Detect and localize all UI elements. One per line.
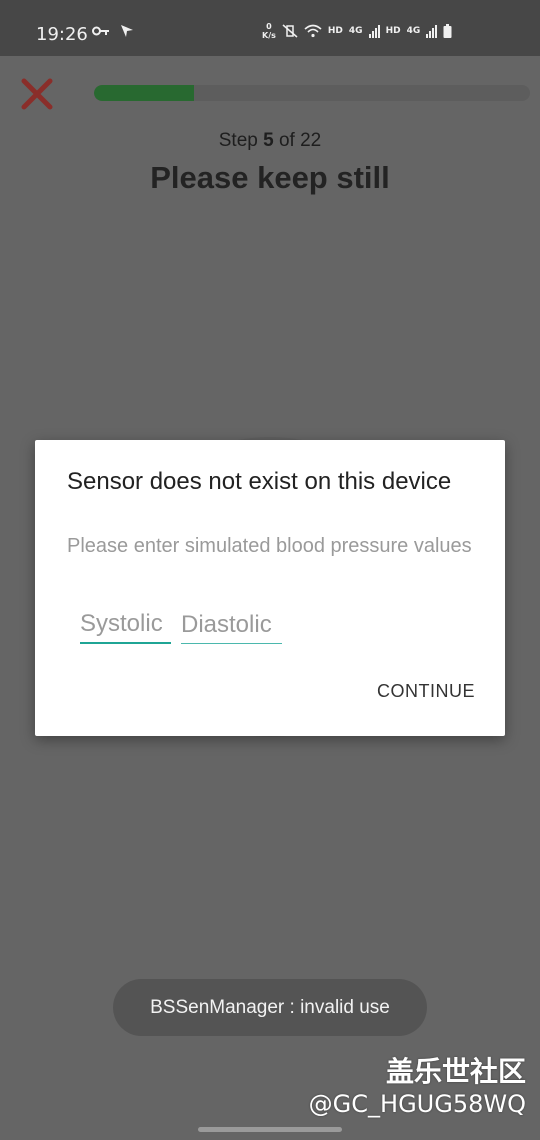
network-type-1: 4G bbox=[348, 26, 363, 36]
wifi-icon bbox=[304, 24, 322, 38]
battery-icon bbox=[443, 24, 452, 38]
status-bar: 19:26 0 K/s HD 4G HD 4G bbox=[0, 0, 540, 56]
hd-label-2: HD bbox=[385, 26, 401, 36]
status-right-icons: 0 K/s HD 4G HD 4G bbox=[262, 22, 452, 40]
step-indicator: Step 5 of 22 bbox=[218, 130, 322, 151]
signal-icon bbox=[426, 24, 438, 38]
toast-message: BSSenManager : invalid use bbox=[113, 979, 427, 1036]
signal-icon bbox=[368, 24, 380, 38]
screen: 19:26 0 K/s HD 4G HD 4G Step 5 of 22 Ple… bbox=[0, 0, 540, 1140]
dialog-title: Sensor does not exist on this device bbox=[67, 468, 452, 495]
home-indicator[interactable] bbox=[198, 1127, 342, 1132]
systolic-input[interactable] bbox=[80, 606, 171, 644]
progress-bar bbox=[94, 85, 530, 101]
key-icon bbox=[92, 26, 109, 36]
status-time: 19:26 bbox=[36, 24, 88, 45]
step-current: 5 bbox=[263, 130, 274, 151]
mute-vibrate-icon bbox=[282, 24, 298, 38]
watermark-user-id: @GC_HGUG58WQ bbox=[308, 1090, 526, 1118]
page-title: Please keep still bbox=[150, 160, 390, 195]
continue-button[interactable]: CONTINUE bbox=[377, 681, 475, 702]
hd-label-1: HD bbox=[327, 26, 343, 36]
sensor-dialog: Sensor does not exist on this device Ple… bbox=[35, 440, 505, 736]
net-speed: 0 K/s bbox=[262, 22, 276, 40]
watermark-community: 盖乐世社区 bbox=[385, 1055, 526, 1088]
progress-fill bbox=[94, 85, 195, 101]
dialog-message: Please enter simulated blood pressure va… bbox=[67, 535, 472, 557]
location-arrow-icon bbox=[121, 25, 133, 37]
close-icon[interactable] bbox=[20, 77, 54, 111]
status-left-icons bbox=[92, 24, 134, 38]
network-type-2: 4G bbox=[406, 26, 421, 36]
diastolic-input[interactable] bbox=[181, 606, 282, 644]
